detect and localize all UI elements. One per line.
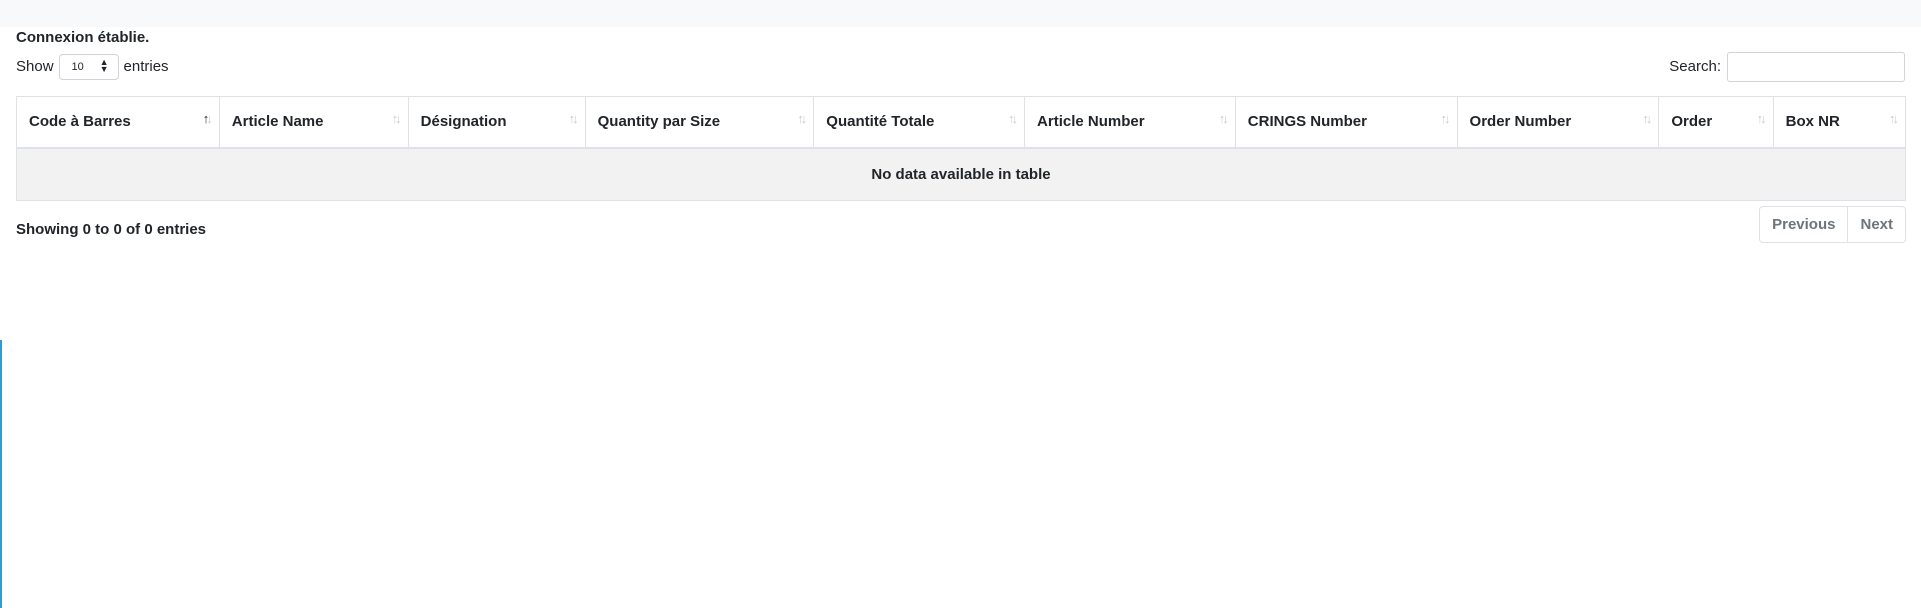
table-row: No data available in table	[16, 147, 1906, 201]
sort-arrows-icon: ↑↓	[797, 111, 807, 126]
next-button[interactable]: Next	[1847, 207, 1905, 242]
sort-arrows-icon: ↑↓	[1218, 111, 1229, 126]
column-header-label: Article Name	[231, 113, 324, 131]
sort-arrows-icon: ↑↓	[1756, 111, 1767, 126]
sort-arrows-icon: ↑↓	[1889, 111, 1899, 126]
sort-arrows-icon: ↑↓	[202, 111, 213, 126]
data-table: Code à Barres ↑↓ Article Name ↑↓ Désigna…	[16, 96, 1907, 201]
sort-arrows-icon: ↑↓	[1440, 111, 1451, 126]
column-header-label: Quantité Totale	[826, 113, 935, 131]
column-header[interactable]: Box NR ↑↓	[1772, 96, 1907, 149]
entries-length-control: Show 10 ▲ ▼ entries	[16, 51, 169, 82]
previous-button[interactable]: Previous	[1760, 207, 1847, 242]
table-header-row: Code à Barres ↑↓ Article Name ↑↓ Désigna…	[16, 96, 1907, 149]
search-input[interactable]	[1727, 51, 1905, 82]
sort-arrows-icon: ↑↓	[1642, 111, 1652, 126]
column-header[interactable]: Article Name ↑↓	[218, 96, 409, 149]
column-header[interactable]: Article Number ↑↓	[1024, 96, 1236, 149]
column-header-label: Code à Barres	[29, 113, 131, 131]
select-caret-icon: ▲ ▼	[99, 56, 109, 74]
show-label: Show	[16, 58, 54, 75]
connection-status: Connexion établie.	[16, 29, 150, 46]
column-header[interactable]: CRINGS Number ↑↓	[1234, 96, 1458, 149]
column-header-label: Désignation	[420, 113, 507, 131]
search-control: Search:	[1669, 51, 1905, 82]
top-bar	[0, 0, 1921, 27]
entries-select[interactable]: 10 ▲ ▼	[58, 53, 119, 80]
column-header[interactable]: Order Number ↑↓	[1456, 96, 1660, 149]
column-header-label: Quantity par Size	[597, 113, 721, 131]
column-header[interactable]: Quantité Totale ↑↓	[813, 96, 1026, 149]
entries-select-value: 10	[71, 60, 84, 73]
column-header-label: Box NR	[1785, 113, 1840, 131]
column-header-label: Order	[1671, 113, 1713, 131]
empty-table-message: No data available in table	[16, 147, 1906, 201]
column-header-label: Order Number	[1469, 113, 1572, 131]
column-header[interactable]: Code à Barres ↑↓	[16, 96, 220, 149]
table-info: Showing 0 to 0 of 0 entries	[16, 221, 207, 238]
window-edge	[0, 340, 2, 608]
sort-arrows-icon: ↑↓	[1008, 111, 1018, 126]
column-header-label: CRINGS Number	[1247, 113, 1367, 131]
sort-arrows-icon: ↑↓	[568, 111, 579, 126]
sort-arrows-icon: ↑↓	[391, 111, 402, 126]
column-header[interactable]: Quantity par Size ↑↓	[584, 96, 815, 149]
search-label: Search:	[1669, 58, 1721, 75]
entries-label: entries	[123, 58, 169, 75]
column-header[interactable]: Order ↑↓	[1658, 96, 1774, 149]
pagination: Previous Next	[1759, 206, 1906, 243]
column-header[interactable]: Désignation ↑↓	[407, 96, 586, 149]
column-header-label: Article Number	[1037, 113, 1145, 131]
